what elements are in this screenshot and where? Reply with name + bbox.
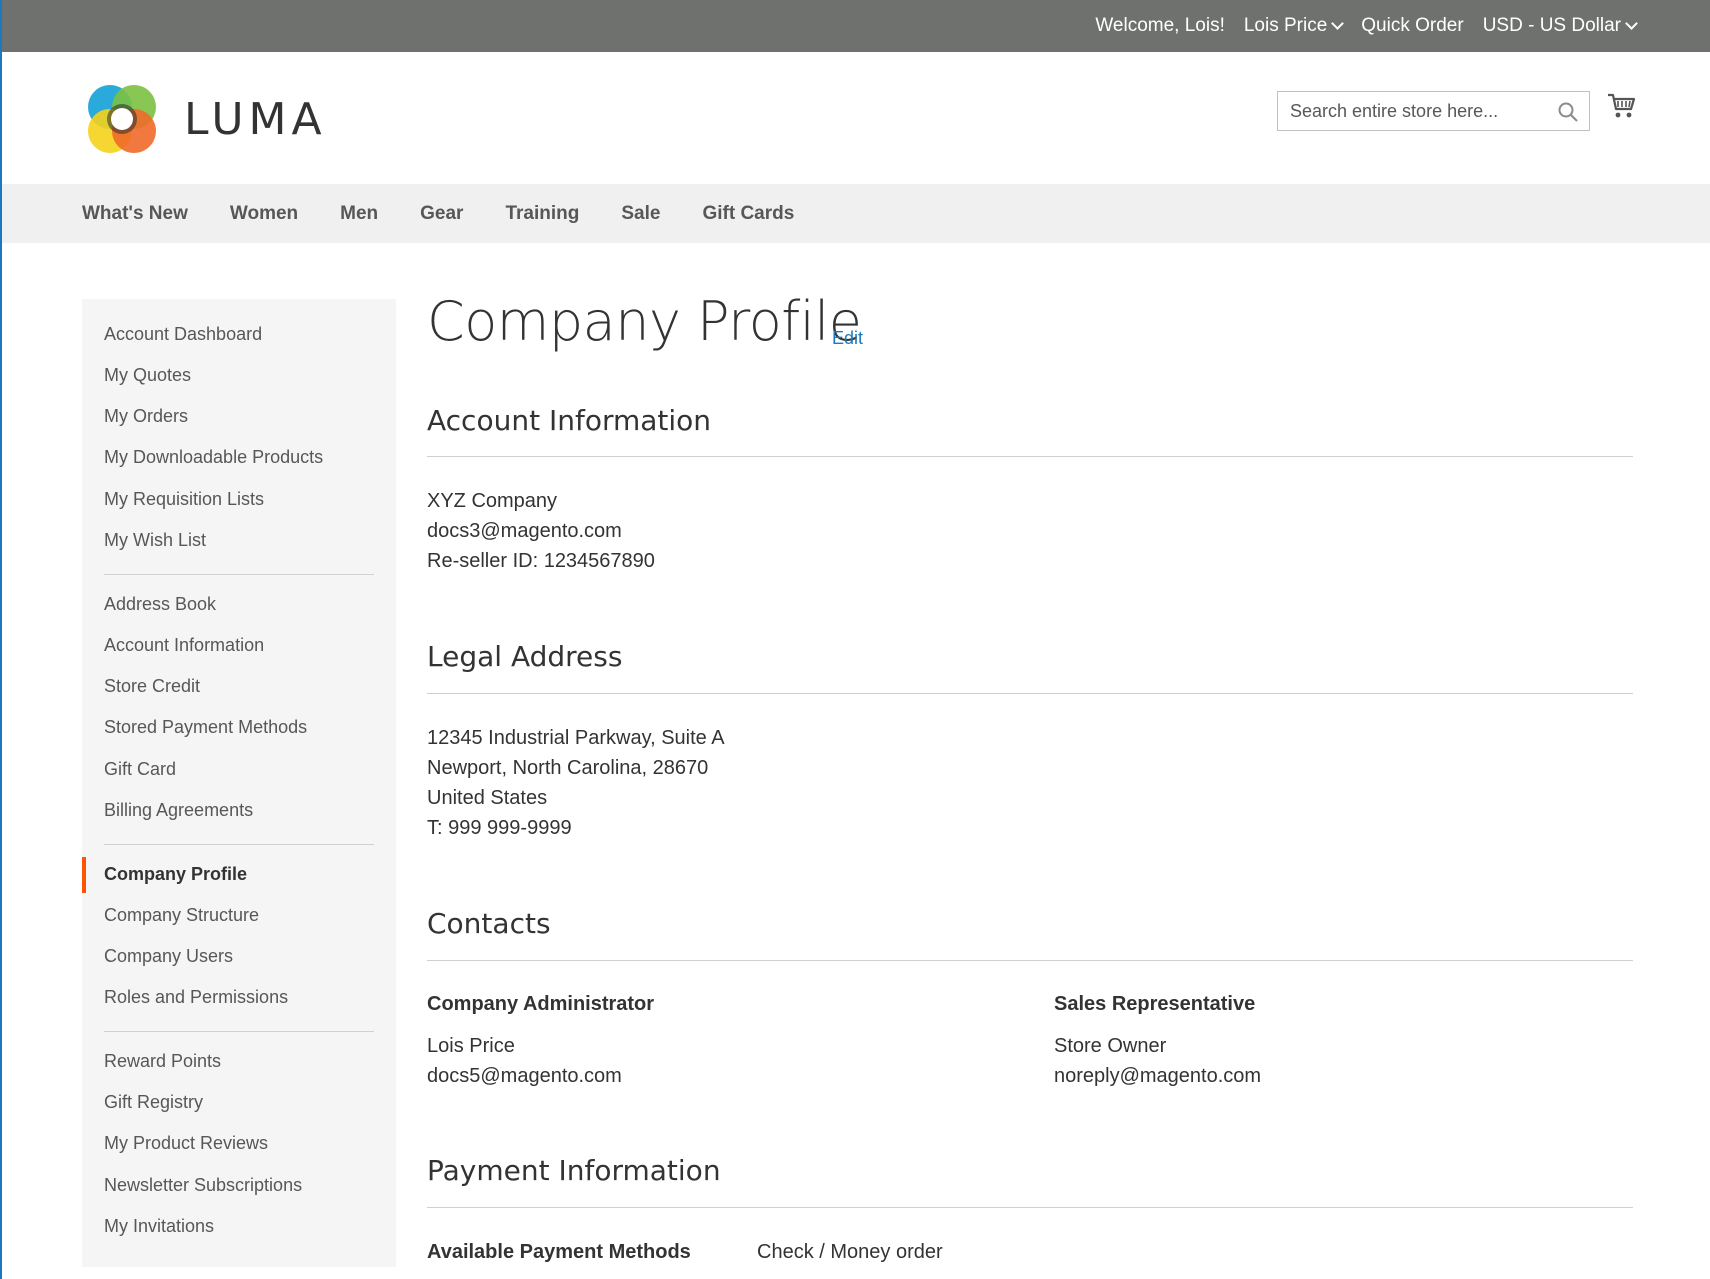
- address-country: United States: [427, 787, 548, 809]
- sidebar-divider: [104, 844, 374, 845]
- chevron-down-icon: [1625, 17, 1638, 30]
- section-divider: [427, 960, 1633, 961]
- payment-information-heading: Payment Information: [427, 1154, 721, 1187]
- account-sidebar: Account Dashboard My Quotes My Orders My…: [82, 299, 396, 1267]
- nav-item-sale[interactable]: Sale: [621, 203, 660, 225]
- nav-item-gear[interactable]: Gear: [420, 203, 463, 225]
- top-bar: Welcome, Lois! Lois Price Quick Order US…: [0, 0, 1710, 52]
- luma-logo-icon: [88, 85, 156, 153]
- reseller-id: Re-seller ID: 1234567890: [427, 550, 655, 572]
- sidebar-item-my-downloadable-products[interactable]: My Downloadable Products: [104, 447, 323, 468]
- address-phone: T: 999 999-9999: [427, 817, 572, 839]
- logo[interactable]: LUMA: [84, 80, 344, 158]
- address-street: 12345 Industrial Parkway, Suite A: [427, 727, 725, 749]
- search-box[interactable]: [1277, 91, 1590, 131]
- sidebar-item-billing-agreements[interactable]: Billing Agreements: [104, 800, 253, 821]
- sidebar-divider: [104, 574, 374, 575]
- sidebar-item-my-wish-list[interactable]: My Wish List: [104, 530, 206, 551]
- company-email: docs3@magento.com: [427, 520, 622, 542]
- sidebar-item-roles-and-permissions[interactable]: Roles and Permissions: [104, 987, 288, 1008]
- sidebar-item-company-structure[interactable]: Company Structure: [104, 905, 259, 926]
- address-city: Newport, North Carolina, 28670: [427, 757, 709, 779]
- nav-item-men[interactable]: Men: [340, 203, 378, 225]
- sidebar-item-my-orders[interactable]: My Orders: [104, 406, 188, 427]
- nav-item-gift-cards[interactable]: Gift Cards: [702, 203, 794, 225]
- rep-email: noreply@magento.com: [1054, 1065, 1262, 1087]
- company-administrator-label: Company Administrator: [427, 993, 655, 1015]
- account-dropdown[interactable]: Lois Price: [1243, 15, 1345, 37]
- sidebar-item-my-product-reviews[interactable]: My Product Reviews: [104, 1133, 268, 1154]
- sidebar-item-stored-payment-methods[interactable]: Stored Payment Methods: [104, 717, 307, 738]
- sidebar-item-gift-registry[interactable]: Gift Registry: [104, 1092, 203, 1113]
- legal-address-heading: Legal Address: [427, 640, 623, 673]
- sales-representative-label: Sales Representative: [1054, 993, 1256, 1015]
- search-icon[interactable]: [1557, 101, 1579, 123]
- available-payment-methods-label: Available Payment Methods: [427, 1241, 691, 1263]
- edit-profile-link[interactable]: Edit: [832, 328, 863, 349]
- currency-switcher[interactable]: USD - US Dollar: [1482, 15, 1638, 37]
- nav-item-women[interactable]: Women: [230, 203, 298, 225]
- account-name: Lois Price: [1243, 15, 1328, 36]
- sidebar-item-my-quotes[interactable]: My Quotes: [104, 365, 191, 386]
- active-item-marker: [82, 857, 86, 893]
- sidebar-item-newsletter-subscriptions[interactable]: Newsletter Subscriptions: [104, 1175, 302, 1196]
- search-input[interactable]: [1278, 92, 1589, 130]
- account-information-heading: Account Information: [427, 404, 712, 437]
- nav-item-whats-new[interactable]: What's New: [82, 203, 188, 225]
- admin-name: Lois Price: [427, 1035, 515, 1057]
- section-divider: [427, 693, 1633, 694]
- contacts-heading: Contacts: [427, 907, 551, 940]
- sidebar-item-my-invitations[interactable]: My Invitations: [104, 1216, 214, 1237]
- admin-email: docs5@magento.com: [427, 1065, 622, 1087]
- sidebar-item-my-requisition-lists[interactable]: My Requisition Lists: [104, 489, 264, 510]
- quick-order-link[interactable]: Quick Order: [1361, 15, 1463, 37]
- top-links: Welcome, Lois! Lois Price Quick Order US…: [1076, 0, 1638, 52]
- header: LUMA: [0, 52, 1710, 184]
- cart-icon[interactable]: [1606, 90, 1636, 120]
- section-divider: [427, 1207, 1633, 1208]
- sidebar-item-gift-card[interactable]: Gift Card: [104, 759, 176, 780]
- sidebar-item-store-credit[interactable]: Store Credit: [104, 676, 200, 697]
- payment-methods-value: Check / Money order: [757, 1241, 943, 1263]
- sidebar-item-account-information[interactable]: Account Information: [104, 635, 264, 656]
- page-edge: [0, 243, 2, 1279]
- rep-name: Store Owner: [1054, 1035, 1167, 1057]
- nav-item-training[interactable]: Training: [505, 203, 579, 225]
- sidebar-item-company-users[interactable]: Company Users: [104, 946, 233, 967]
- section-divider: [427, 456, 1633, 457]
- chevron-down-icon: [1331, 17, 1345, 30]
- sidebar-item-account-dashboard[interactable]: Account Dashboard: [104, 324, 262, 345]
- sidebar-item-reward-points[interactable]: Reward Points: [104, 1051, 221, 1072]
- currency-label: USD - US Dollar: [1482, 15, 1621, 36]
- logo-text: LUMA: [184, 93, 327, 145]
- welcome-message: Welcome, Lois!: [1095, 15, 1225, 36]
- page-title: Company Profile: [427, 290, 862, 353]
- company-name: XYZ Company: [427, 490, 558, 512]
- main-navigation: What's New Women Men Gear Training Sale …: [0, 184, 1710, 243]
- sidebar-divider: [104, 1031, 374, 1032]
- sidebar-item-address-book[interactable]: Address Book: [104, 594, 216, 615]
- sidebar-item-company-profile[interactable]: Company Profile: [104, 864, 247, 885]
